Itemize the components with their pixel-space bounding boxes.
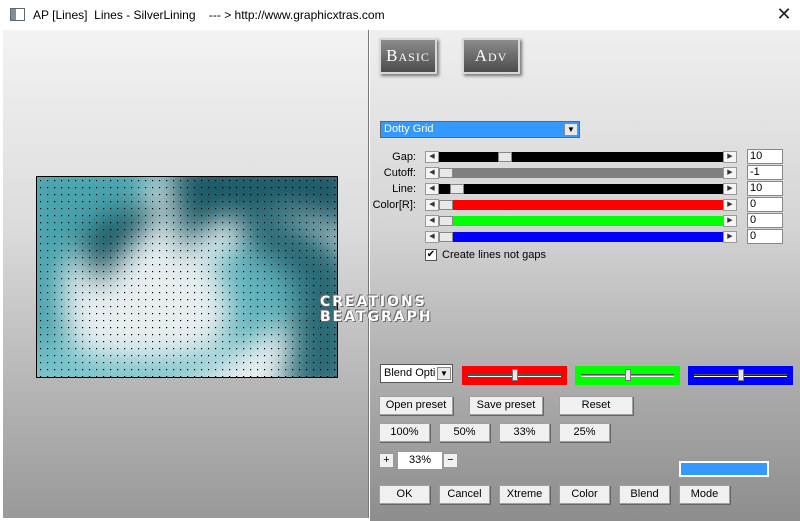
chevron-down-icon[interactable]: ▼ (564, 123, 578, 136)
arrow-right-icon[interactable]: ▶ (723, 151, 737, 163)
color-swatch[interactable] (678, 460, 770, 478)
green-slider-thumb[interactable] (439, 216, 453, 226)
controls-panel: Basic Adv Dotty Grid ▼ Gap: ◀ ▶ 10 Cutof… (320, 30, 800, 521)
blend-options-dropdown[interactable]: Blend Options ▼ (380, 364, 453, 383)
arrow-left-icon[interactable]: ◀ (425, 183, 439, 195)
watermark-line2: BEATGRAPH (320, 309, 433, 325)
red-blend-thumb[interactable] (512, 369, 518, 381)
arrow-left-icon[interactable]: ◀ (425, 199, 439, 211)
zoom-33-button[interactable]: 33% (499, 423, 550, 442)
open-preset-button[interactable]: Open preset (379, 396, 453, 415)
arrow-right-icon[interactable]: ▶ (723, 231, 737, 243)
cutoff-slider-track[interactable] (439, 168, 723, 178)
blend-button[interactable]: Blend (619, 485, 670, 504)
blue-blend-thumb[interactable] (738, 369, 744, 381)
green-slider[interactable]: ◀ ▶ (425, 215, 737, 227)
reset-button[interactable]: Reset (559, 396, 633, 415)
preset-dropdown-value: Dotty Grid (384, 123, 434, 135)
cancel-button[interactable]: Cancel (439, 485, 490, 504)
cutoff-slider-thumb[interactable] (439, 168, 453, 178)
watermark-logo: CREATIONS BEATGRAPH (320, 295, 433, 325)
zoom-value-field[interactable]: 33% (398, 452, 442, 469)
arrow-right-icon[interactable]: ▶ (723, 167, 737, 179)
chevron-down-icon[interactable]: ▼ (437, 367, 451, 380)
blue-slider[interactable]: ◀ ▶ (425, 231, 737, 243)
zoom-25-button[interactable]: 25% (559, 423, 610, 442)
ok-button[interactable]: OK (379, 485, 430, 504)
mode-button[interactable]: Mode (679, 485, 730, 504)
gap-value-field[interactable]: 10 (747, 149, 783, 164)
blue-blend-slider[interactable] (688, 366, 793, 385)
red-value-field[interactable]: 0 (747, 197, 783, 212)
watermark-line1: CREATIONS (320, 294, 427, 310)
arrow-left-icon[interactable]: ◀ (425, 167, 439, 179)
green-slider-track[interactable] (439, 216, 723, 226)
zoom-50-button[interactable]: 50% (439, 423, 490, 442)
line-label: Line: (392, 183, 416, 195)
blue-value-field[interactable]: 0 (747, 229, 783, 244)
create-lines-checkbox[interactable]: ✔ (425, 249, 437, 261)
close-icon[interactable]: ✕ (770, 2, 798, 26)
green-blend-slider[interactable] (575, 366, 680, 385)
zoom-100-button[interactable]: 100% (379, 423, 430, 442)
preview-canvas (37, 177, 337, 377)
blue-slider-thumb[interactable] (439, 232, 453, 242)
color-label: Color[R]: (372, 199, 416, 211)
green-blend-thumb[interactable] (625, 369, 631, 381)
app-icon (10, 8, 25, 21)
cutoff-value-field[interactable]: -1 (747, 165, 783, 180)
line-value-field[interactable]: 10 (747, 181, 783, 196)
zoom-out-button[interactable]: − (443, 453, 458, 468)
preset-dropdown[interactable]: Dotty Grid ▼ (380, 121, 580, 138)
blue-slider-track[interactable] (439, 232, 723, 242)
red-slider-track[interactable] (439, 200, 723, 210)
gap-slider-track[interactable] (439, 152, 723, 162)
blend-options-value: Blend Options (384, 367, 436, 379)
line-slider-track[interactable] (439, 184, 723, 194)
xtreme-button[interactable]: Xtreme (499, 485, 550, 504)
arrow-right-icon[interactable]: ▶ (723, 215, 737, 227)
cutoff-slider[interactable]: ◀ ▶ (425, 167, 737, 179)
red-slider-thumb[interactable] (439, 200, 453, 210)
preview-panel (3, 30, 369, 518)
zoom-in-button[interactable]: + (379, 453, 394, 468)
gap-slider[interactable]: ◀ ▶ (425, 151, 737, 163)
line-slider-thumb[interactable] (450, 184, 464, 194)
arrow-left-icon[interactable]: ◀ (425, 215, 439, 227)
preview-image[interactable] (36, 176, 338, 378)
window-title: AP [Lines] Lines - SilverLining --- > ht… (33, 8, 385, 22)
save-preset-button[interactable]: Save preset (469, 396, 543, 415)
tab-adv[interactable]: Adv (462, 38, 520, 74)
title-bar: AP [Lines] Lines - SilverLining --- > ht… (0, 0, 800, 30)
arrow-right-icon[interactable]: ▶ (723, 183, 737, 195)
gap-slider-thumb[interactable] (498, 152, 512, 162)
tab-basic[interactable]: Basic (379, 38, 437, 74)
line-slider[interactable]: ◀ ▶ (425, 183, 737, 195)
cutoff-label: Cutoff: (383, 167, 416, 179)
red-slider[interactable]: ◀ ▶ (425, 199, 737, 211)
create-lines-label: Create lines not gaps (442, 249, 546, 261)
arrow-left-icon[interactable]: ◀ (425, 231, 439, 243)
gap-label: Gap: (392, 151, 416, 163)
arrow-right-icon[interactable]: ▶ (723, 199, 737, 211)
color-button[interactable]: Color (559, 485, 610, 504)
green-value-field[interactable]: 0 (747, 213, 783, 228)
red-blend-slider[interactable] (462, 366, 567, 385)
arrow-left-icon[interactable]: ◀ (425, 151, 439, 163)
